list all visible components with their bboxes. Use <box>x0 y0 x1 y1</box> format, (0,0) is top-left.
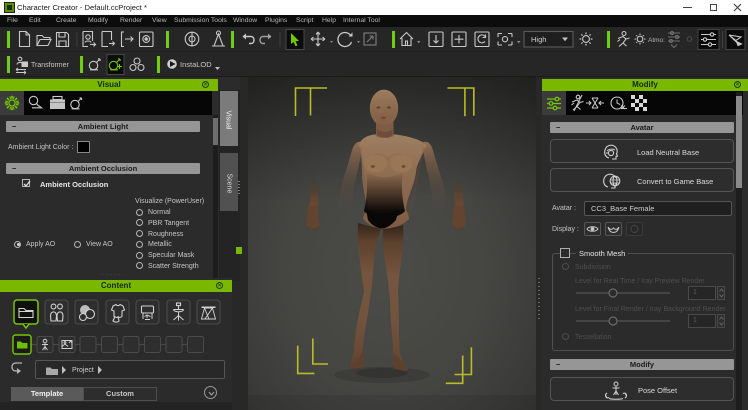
svg-text:Atmo:: Atmo: <box>648 37 665 44</box>
svg-text:InstaLOD: InstaLOD <box>180 60 212 69</box>
svg-text:Transformer: Transformer <box>31 62 70 69</box>
svg-text:High: High <box>531 35 546 44</box>
